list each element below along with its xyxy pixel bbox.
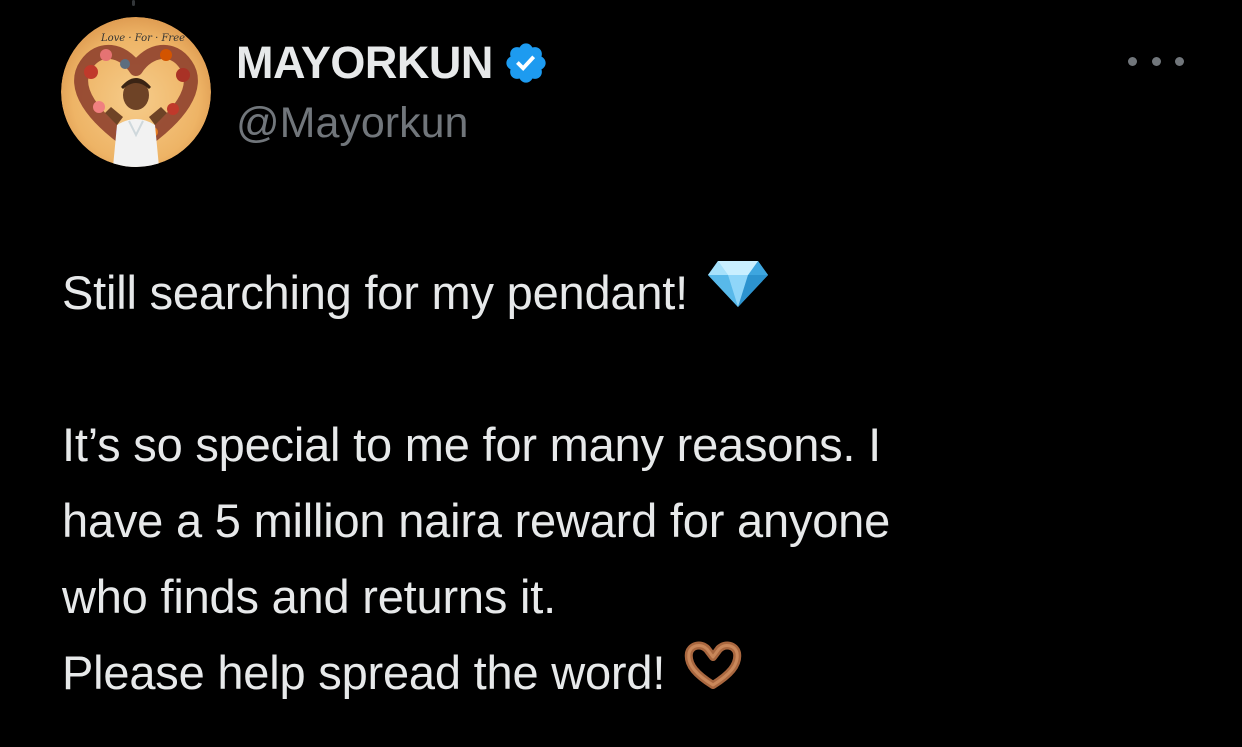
tweet-line: have a 5 million naira reward for anyone — [62, 494, 891, 547]
heart-hands-icon — [683, 635, 743, 711]
user-handle[interactable]: @Mayorkun — [236, 96, 549, 150]
tweet-card: Love · For · Free MAYORKUN @Mayorkun Sti… — [0, 0, 1242, 747]
more-dots-icon — [1151, 56, 1161, 66]
more-dots-icon — [1175, 56, 1184, 66]
more-dots-icon — [1128, 56, 1137, 66]
profile-photo-icon: Love · For · Free — [61, 17, 211, 167]
avatar[interactable]: Love · For · Free — [61, 17, 211, 167]
gem-stone-icon — [706, 255, 770, 331]
tweet-paragraph-1: Still searching for my pendant! — [62, 255, 1182, 331]
verified-badge-icon — [503, 40, 549, 86]
more-options-button[interactable] — [1128, 49, 1184, 73]
tweet-line: Still searching for my pendant! — [62, 266, 689, 319]
display-name[interactable]: MAYORKUN — [236, 34, 493, 92]
svg-text:Love · For · Free: Love · For · Free — [100, 33, 185, 44]
tweet-line: Please help spread the word! — [62, 646, 666, 699]
name-row: MAYORKUN — [236, 34, 549, 92]
tweet-line: It’s so special to me for many reasons. … — [62, 418, 882, 471]
tweet-paragraph-3: Please help spread the word! — [62, 635, 1182, 711]
tweet-text: Still searching for my pendant! It’s so … — [62, 255, 1182, 711]
author-header: MAYORKUN @Mayorkun — [236, 34, 549, 150]
thread-connector-line — [132, 0, 135, 6]
tweet-line: who finds and returns it. — [62, 570, 556, 623]
